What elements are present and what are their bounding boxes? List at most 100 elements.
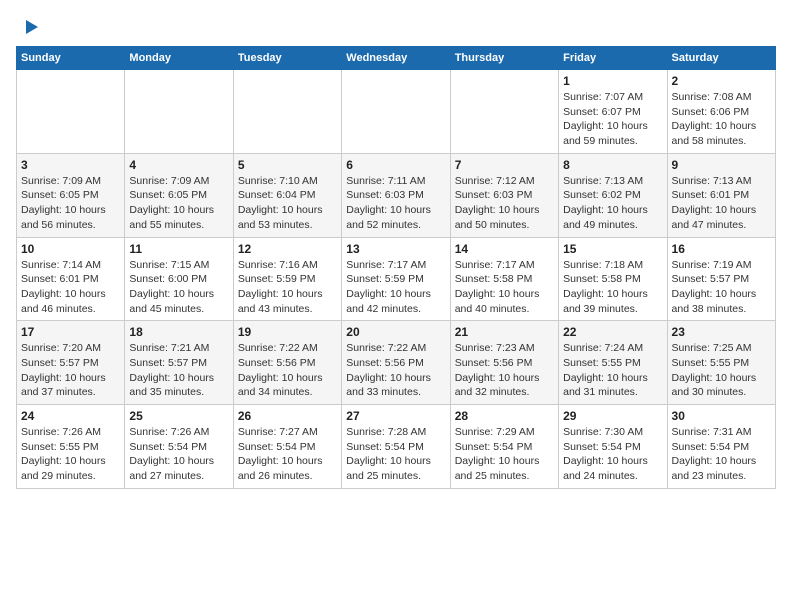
day-info: Sunrise: 7:13 AM Sunset: 6:01 PM Dayligh… (672, 174, 771, 233)
day-number: 2 (672, 74, 771, 88)
calendar-day-cell: 21Sunrise: 7:23 AM Sunset: 5:56 PM Dayli… (450, 321, 558, 405)
day-info: Sunrise: 7:26 AM Sunset: 5:54 PM Dayligh… (129, 425, 228, 484)
day-number: 30 (672, 409, 771, 423)
calendar-week-row: 3 Sunrise: 7:09 AM Sunset: 6:05 PM Daylig… (17, 153, 776, 237)
day-of-week-header: Sunday (17, 47, 125, 70)
day-number: 27 (346, 409, 445, 423)
day-number: 29 (563, 409, 662, 423)
day-info: Sunrise: 7:12 AM Sunset: 6:03 PM Dayligh… (455, 174, 554, 233)
calendar-day-cell: 1Sunrise: 7:07 AM Sunset: 6:07 PM Daylig… (559, 70, 667, 154)
day-info: Sunrise: 7:15 AM Sunset: 6:00 PM Dayligh… (129, 258, 228, 317)
day-of-week-header: Tuesday (233, 47, 341, 70)
calendar-day-cell: 24 Sunrise: 7:26 AM Sunset: 5:55 PM Dayli… (17, 405, 125, 489)
day-number: 5 (238, 158, 337, 172)
day-number: 26 (238, 409, 337, 423)
page-header (16, 16, 776, 34)
day-number: 7 (455, 158, 554, 172)
day-number: 13 (346, 242, 445, 256)
day-number: 14 (455, 242, 554, 256)
calendar-table: SundayMondayTuesdayWednesdayThursdayFrid… (16, 46, 776, 489)
day-number: 4 (129, 158, 228, 172)
day-number: 11 (129, 242, 228, 256)
calendar-week-row: 1Sunrise: 7:07 AM Sunset: 6:07 PM Daylig… (17, 70, 776, 154)
day-info: Sunrise: 7:16 AM Sunset: 5:59 PM Dayligh… (238, 258, 337, 317)
calendar-day-cell: 19Sunrise: 7:22 AM Sunset: 5:56 PM Dayli… (233, 321, 341, 405)
day-info: Sunrise: 7:30 AM Sunset: 5:54 PM Dayligh… (563, 425, 662, 484)
day-number: 22 (563, 325, 662, 339)
calendar-day-cell: 2 Sunrise: 7:08 AM Sunset: 6:06 PM Daylig… (667, 70, 775, 154)
day-number: 24 (21, 409, 120, 423)
calendar-day-cell: 5 Sunrise: 7:10 AM Sunset: 6:04 PM Daylig… (233, 153, 341, 237)
day-info: Sunrise: 7:22 AM Sunset: 5:56 PM Dayligh… (346, 341, 445, 400)
calendar-day-cell: 25 Sunrise: 7:26 AM Sunset: 5:54 PM Dayli… (125, 405, 233, 489)
day-number: 8 (563, 158, 662, 172)
calendar-day-cell: 7 Sunrise: 7:12 AM Sunset: 6:03 PM Daylig… (450, 153, 558, 237)
day-of-week-header: Friday (559, 47, 667, 70)
calendar-day-cell: 4 Sunrise: 7:09 AM Sunset: 6:05 PM Daylig… (125, 153, 233, 237)
day-of-week-header: Monday (125, 47, 233, 70)
day-number: 9 (672, 158, 771, 172)
day-number: 17 (21, 325, 120, 339)
calendar-day-cell: 15 Sunrise: 7:18 AM Sunset: 5:58 PM Dayli… (559, 237, 667, 321)
day-number: 10 (21, 242, 120, 256)
day-number: 18 (129, 325, 228, 339)
day-of-week-header: Thursday (450, 47, 558, 70)
calendar-day-cell: 13Sunrise: 7:17 AM Sunset: 5:59 PM Dayli… (342, 237, 450, 321)
calendar-day-cell: 6 Sunrise: 7:11 AM Sunset: 6:03 PM Daylig… (342, 153, 450, 237)
calendar-day-cell (17, 70, 125, 154)
day-info: Sunrise: 7:09 AM Sunset: 6:05 PM Dayligh… (129, 174, 228, 233)
day-number: 23 (672, 325, 771, 339)
day-info: Sunrise: 7:27 AM Sunset: 5:54 PM Dayligh… (238, 425, 337, 484)
day-number: 28 (455, 409, 554, 423)
calendar-day-cell: 8 Sunrise: 7:13 AM Sunset: 6:02 PM Daylig… (559, 153, 667, 237)
logo-arrow-icon (18, 16, 40, 38)
day-info: Sunrise: 7:17 AM Sunset: 5:58 PM Dayligh… (455, 258, 554, 317)
day-number: 6 (346, 158, 445, 172)
calendar-day-cell: 10Sunrise: 7:14 AM Sunset: 6:01 PM Dayli… (17, 237, 125, 321)
day-number: 19 (238, 325, 337, 339)
calendar-header-row: SundayMondayTuesdayWednesdayThursdayFrid… (17, 47, 776, 70)
day-number: 21 (455, 325, 554, 339)
day-info: Sunrise: 7:11 AM Sunset: 6:03 PM Dayligh… (346, 174, 445, 233)
day-info: Sunrise: 7:28 AM Sunset: 5:54 PM Dayligh… (346, 425, 445, 484)
calendar-day-cell: 11 Sunrise: 7:15 AM Sunset: 6:00 PM Dayli… (125, 237, 233, 321)
calendar-day-cell: 30Sunrise: 7:31 AM Sunset: 5:54 PM Dayli… (667, 405, 775, 489)
calendar-day-cell: 20 Sunrise: 7:22 AM Sunset: 5:56 PM Dayli… (342, 321, 450, 405)
calendar-day-cell: 22 Sunrise: 7:24 AM Sunset: 5:55 PM Dayli… (559, 321, 667, 405)
day-info: Sunrise: 7:19 AM Sunset: 5:57 PM Dayligh… (672, 258, 771, 317)
calendar-day-cell: 28 Sunrise: 7:29 AM Sunset: 5:54 PM Dayli… (450, 405, 558, 489)
calendar-week-row: 24 Sunrise: 7:26 AM Sunset: 5:55 PM Dayli… (17, 405, 776, 489)
day-number: 16 (672, 242, 771, 256)
day-info: Sunrise: 7:20 AM Sunset: 5:57 PM Dayligh… (21, 341, 120, 400)
day-info: Sunrise: 7:13 AM Sunset: 6:02 PM Dayligh… (563, 174, 662, 233)
day-number: 25 (129, 409, 228, 423)
day-number: 3 (21, 158, 120, 172)
day-info: Sunrise: 7:10 AM Sunset: 6:04 PM Dayligh… (238, 174, 337, 233)
calendar-day-cell: 14 Sunrise: 7:17 AM Sunset: 5:58 PM Dayli… (450, 237, 558, 321)
calendar-day-cell (125, 70, 233, 154)
calendar-day-cell: 17 Sunrise: 7:20 AM Sunset: 5:57 PM Dayli… (17, 321, 125, 405)
day-info: Sunrise: 7:26 AM Sunset: 5:55 PM Dayligh… (21, 425, 120, 484)
day-number: 20 (346, 325, 445, 339)
calendar-day-cell: 18 Sunrise: 7:21 AM Sunset: 5:57 PM Dayli… (125, 321, 233, 405)
day-of-week-header: Wednesday (342, 47, 450, 70)
day-info: Sunrise: 7:18 AM Sunset: 5:58 PM Dayligh… (563, 258, 662, 317)
day-number: 15 (563, 242, 662, 256)
calendar-day-cell (233, 70, 341, 154)
day-info: Sunrise: 7:24 AM Sunset: 5:55 PM Dayligh… (563, 341, 662, 400)
calendar-day-cell: 23 Sunrise: 7:25 AM Sunset: 5:55 PM Dayli… (667, 321, 775, 405)
calendar-day-cell: 12Sunrise: 7:16 AM Sunset: 5:59 PM Dayli… (233, 237, 341, 321)
calendar-day-cell: 9 Sunrise: 7:13 AM Sunset: 6:01 PM Daylig… (667, 153, 775, 237)
day-info: Sunrise: 7:21 AM Sunset: 5:57 PM Dayligh… (129, 341, 228, 400)
day-info: Sunrise: 7:25 AM Sunset: 5:55 PM Dayligh… (672, 341, 771, 400)
calendar-day-cell (342, 70, 450, 154)
day-info: Sunrise: 7:08 AM Sunset: 6:06 PM Dayligh… (672, 90, 771, 149)
calendar-week-row: 10Sunrise: 7:14 AM Sunset: 6:01 PM Dayli… (17, 237, 776, 321)
day-of-week-header: Saturday (667, 47, 775, 70)
day-info: Sunrise: 7:29 AM Sunset: 5:54 PM Dayligh… (455, 425, 554, 484)
day-info: Sunrise: 7:09 AM Sunset: 6:05 PM Dayligh… (21, 174, 120, 233)
calendar-day-cell: 3 Sunrise: 7:09 AM Sunset: 6:05 PM Daylig… (17, 153, 125, 237)
day-info: Sunrise: 7:07 AM Sunset: 6:07 PM Dayligh… (563, 90, 662, 149)
calendar-day-cell: 26 Sunrise: 7:27 AM Sunset: 5:54 PM Dayli… (233, 405, 341, 489)
logo (16, 16, 40, 34)
